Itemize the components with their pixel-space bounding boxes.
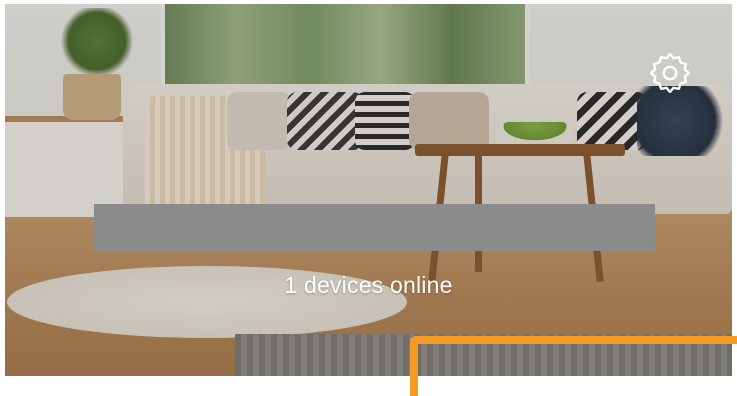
settings-button[interactable] bbox=[649, 52, 691, 94]
devices-online-status: 1 devices online bbox=[284, 272, 453, 298]
home-background-photo bbox=[5, 4, 732, 376]
orange-accent-card[interactable] bbox=[410, 336, 737, 396]
home-name-field[interactable] bbox=[94, 204, 655, 251]
gear-icon bbox=[650, 53, 690, 93]
